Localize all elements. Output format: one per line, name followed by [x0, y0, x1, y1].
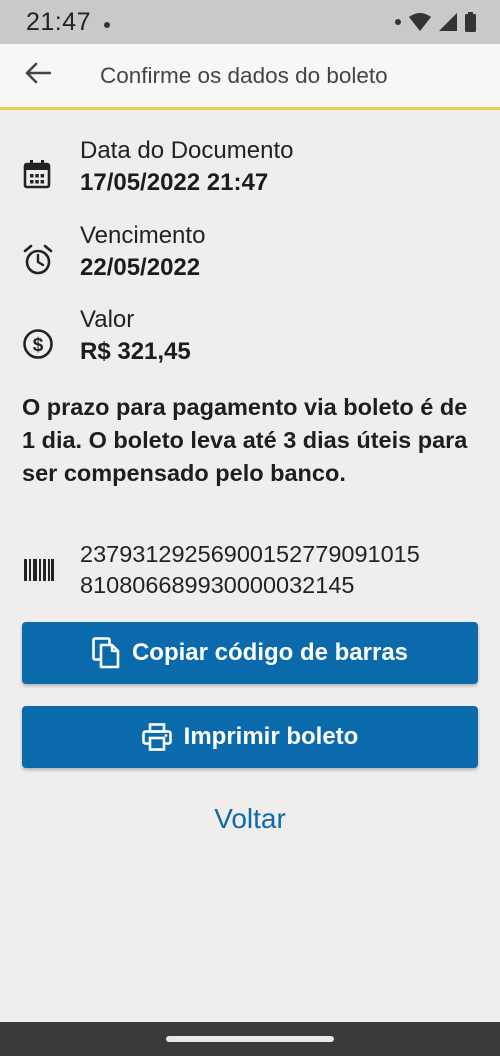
status-time-group: 21:47 — [26, 8, 110, 37]
document-date-label: Data do Documento — [80, 137, 294, 164]
svg-text:$: $ — [33, 335, 44, 356]
status-icons — [395, 12, 476, 32]
status-dot-icon — [395, 19, 401, 25]
status-bar: 21:47 — [0, 0, 500, 44]
barcode-line-2: 810806689930000032145 — [80, 572, 355, 598]
alarm-clock-icon — [22, 244, 56, 278]
screen: 21:47 Confirme os dados do boleto Data d… — [0, 0, 500, 1056]
back-button[interactable] — [0, 43, 76, 109]
copy-barcode-button[interactable]: Copiar código de barras — [22, 622, 478, 684]
calendar-icon — [22, 159, 56, 193]
amount-label: Valor — [80, 306, 135, 333]
barcode-icon — [24, 559, 54, 586]
barcode-line-1: 23793129256900152779091015 — [80, 541, 420, 567]
copy-barcode-label: Copiar código de barras — [131, 639, 409, 666]
navigation-bar — [0, 1022, 500, 1056]
due-date-label: Vencimento — [80, 222, 206, 249]
home-handle[interactable] — [166, 1036, 334, 1042]
copy-icon — [92, 637, 120, 669]
status-time: 21:47 — [26, 7, 92, 36]
arrow-left-icon — [25, 62, 52, 89]
back-link[interactable]: Voltar — [0, 803, 500, 835]
print-boleto-label: Imprimir boleto — [183, 723, 359, 750]
amount-value: R$ 321,45 — [80, 338, 191, 365]
print-boleto-button[interactable]: Imprimir boleto — [22, 706, 478, 768]
due-date-row: Vencimento 22/05/2022 — [0, 222, 500, 292]
due-date-value: 22/05/2022 — [80, 254, 201, 281]
signal-icon — [439, 13, 457, 31]
app-bar: Confirme os dados do boleto — [0, 44, 500, 110]
battery-icon — [465, 12, 476, 32]
barcode-number: 23793129256900152779091015 8108066899300… — [80, 539, 490, 601]
document-date-row: Data do Documento 17/05/2022 21:47 — [0, 137, 500, 207]
wifi-icon — [409, 13, 431, 31]
payment-notice: O prazo para pagamento via boleto é de 1… — [22, 394, 468, 486]
page-title: Confirme os dados do boleto — [100, 62, 388, 88]
document-date-value: 17/05/2022 21:47 — [80, 169, 269, 196]
amount-row: $ Valor R$ 321,45 — [0, 306, 500, 376]
barcode-row: 23793129256900152779091015 8108066899300… — [0, 537, 500, 601]
printer-icon — [141, 723, 172, 751]
dollar-circle-icon: $ — [22, 328, 56, 362]
notification-dot-icon — [103, 22, 110, 29]
